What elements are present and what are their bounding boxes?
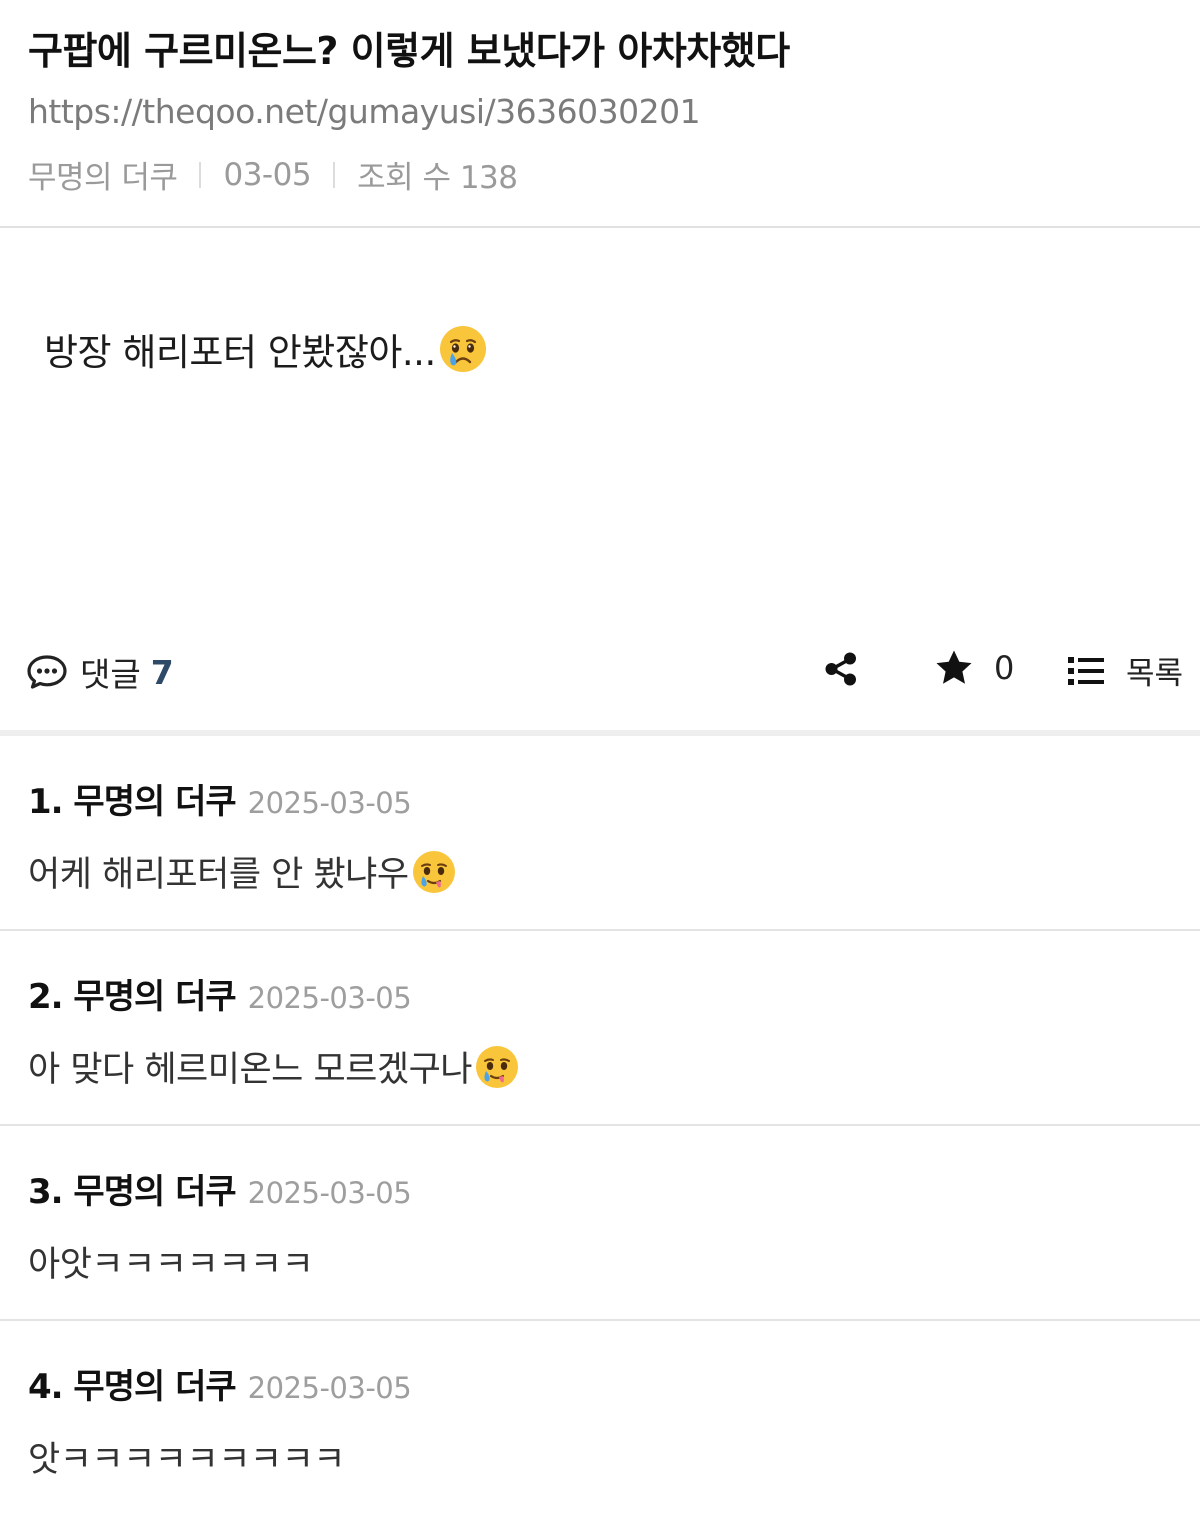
share-button[interactable] <box>822 650 860 692</box>
list-button[interactable]: 목록 <box>1066 648 1183 693</box>
share-icon <box>822 650 860 688</box>
comment-text: 어케 해리포터를 안 봤냐우 <box>28 846 457 897</box>
post-date: 03-05 <box>223 156 312 193</box>
post-body-text: 방장 해리포터 안봤잖아... <box>44 331 436 374</box>
vote-count: 0 <box>994 649 1015 687</box>
comment-text: 아앗ㅋㅋㅋㅋㅋㅋㅋ <box>28 1236 314 1287</box>
comment-text: 아 맞다 헤르미온느 모르겠구나 <box>28 1041 520 1092</box>
comment-item: 4. 무명의 더쿠 2025-03-05 앗ㅋㅋㅋㅋㅋㅋㅋㅋㅋ <box>0 1321 1200 1516</box>
post-header: 구팝에 구르미온느? 이렇게 보냈다가 아차차했다 https://theqoo… <box>0 0 1200 228</box>
comment-header: 4. 무명의 더쿠 2025-03-05 <box>28 1359 412 1408</box>
comment-author: 4. 무명의 더쿠 <box>28 1367 237 1407</box>
comment-author: 2. 무명의 더쿠 <box>28 977 237 1017</box>
comment-author: 3. 무명의 더쿠 <box>28 1172 237 1212</box>
post-action-bar: 댓글 7 0 목록 <box>0 632 1200 706</box>
vote-button[interactable]: 0 <box>934 648 1014 688</box>
comment-author: 1. 무명의 더쿠 <box>28 782 237 822</box>
comment-body: 아앗ㅋㅋㅋㅋㅋㅋㅋ <box>28 1245 314 1285</box>
comment-body: 앗ㅋㅋㅋㅋㅋㅋㅋㅋㅋ <box>28 1440 346 1480</box>
list-icon <box>1066 654 1106 688</box>
comment-label: 댓글 <box>80 655 141 694</box>
list-label: 목록 <box>1126 656 1184 692</box>
face-holding-back-tears-icon <box>411 849 457 895</box>
comment-header: 3. 무명의 더쿠 2025-03-05 <box>28 1164 412 1213</box>
comment-body: 아 맞다 헤르미온느 모르겠구나 <box>28 1050 472 1090</box>
meta-divider <box>199 161 202 188</box>
face-holding-back-tears-icon <box>474 1044 520 1090</box>
meta-divider <box>333 161 336 188</box>
comment-item: 1. 무명의 더쿠 2025-03-05 어케 해리포터를 안 봤냐우 <box>0 736 1200 931</box>
comment-date: 2025-03-05 <box>247 1176 412 1210</box>
comment-date: 2025-03-05 <box>247 981 412 1015</box>
comment-item: 3. 무명의 더쿠 2025-03-05 아앗ㅋㅋㅋㅋㅋㅋㅋ <box>0 1126 1200 1321</box>
comment-count-number: 7 <box>150 652 174 692</box>
star-icon <box>934 648 974 688</box>
crying-face-icon <box>438 324 488 374</box>
comment-body: 어케 해리포터를 안 봤냐우 <box>28 855 409 895</box>
post-title: 구팝에 구르미온느? 이렇게 보냈다가 아차차했다 <box>28 29 790 73</box>
post-url-link[interactable]: https://theqoo.net/gumayusi/3636030201 <box>28 92 701 131</box>
comment-item: 2. 무명의 더쿠 2025-03-05 아 맞다 헤르미온느 모르겠구나 <box>0 931 1200 1126</box>
post-views: 조회 수 138 <box>357 160 518 196</box>
post-author: 무명의 더쿠 <box>28 160 178 196</box>
comment-date: 2025-03-05 <box>247 786 412 820</box>
comment-header: 1. 무명의 더쿠 2025-03-05 <box>28 774 412 823</box>
comment-text: 앗ㅋㅋㅋㅋㅋㅋㅋㅋㅋ <box>28 1431 346 1482</box>
post-body: 방장 해리포터 안봤잖아... <box>44 322 488 376</box>
comment-date: 2025-03-05 <box>247 1371 412 1405</box>
speech-bubble-icon <box>26 654 68 690</box>
comment-count-button[interactable]: 댓글 7 <box>26 648 174 696</box>
comment-header: 2. 무명의 더쿠 2025-03-05 <box>28 969 412 1018</box>
post-meta: 무명의 더쿠 03-05 조회 수 138 <box>28 152 518 197</box>
